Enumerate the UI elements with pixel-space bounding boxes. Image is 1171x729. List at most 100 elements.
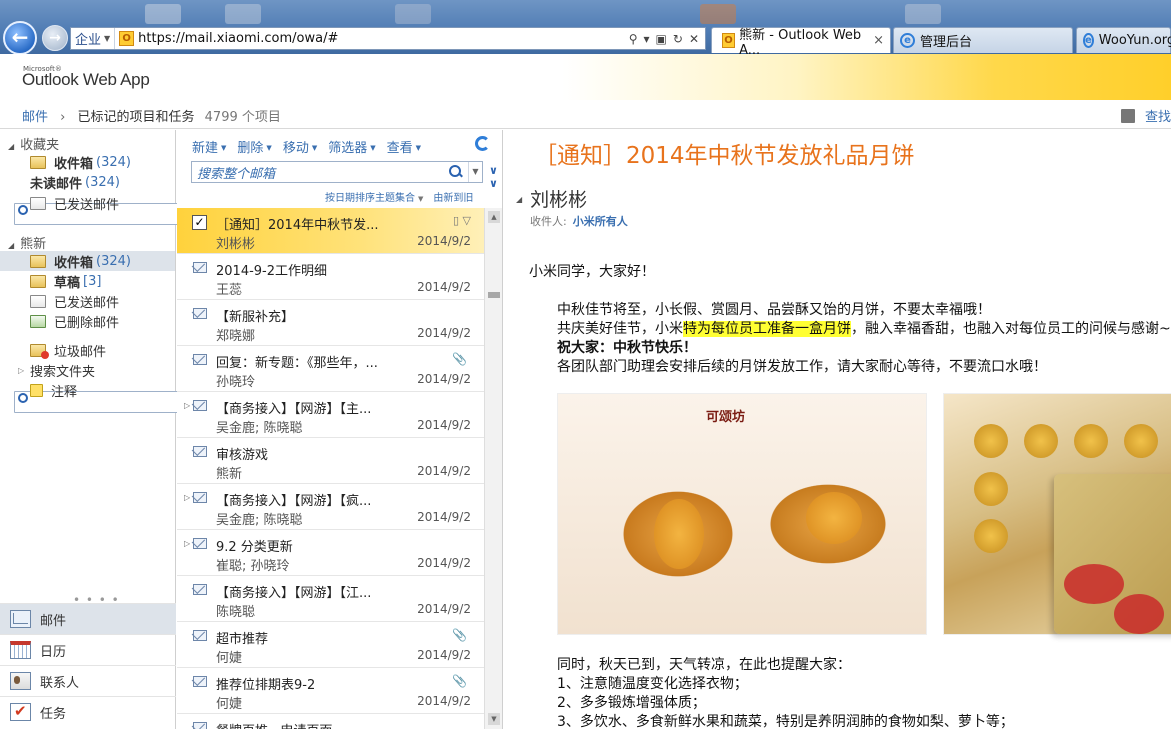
sort-order[interactable]: 由新到旧 xyxy=(433,189,473,204)
view-button[interactable]: 查看 ▼ xyxy=(387,137,421,156)
message-row[interactable]: 2014-9-2工作明细 王蕊 2014/9/2 xyxy=(177,254,484,300)
app-logo[interactable]: Outlook Web App xyxy=(22,70,150,90)
envelope-icon xyxy=(193,630,207,641)
tab-wooyun[interactable]: e WooYun.org xyxy=(1076,27,1171,53)
account-title: 熊新 xyxy=(20,237,47,252)
mail-icon xyxy=(10,610,31,628)
sort-by[interactable]: 按日期排序主题集合 ▼ xyxy=(325,189,423,204)
message-row[interactable]: ▷ 9.2 分类更新 崔聪; 孙晓玲 2014/9/2 xyxy=(177,530,484,576)
scroll-up-icon[interactable]: ▲ xyxy=(488,211,500,223)
greeting: 小米同学，大家好！ xyxy=(529,264,655,280)
expand-thread-icon[interactable]: ▷ xyxy=(184,539,190,548)
message-row[interactable]: ✓ ［通知］2014年中秋节发... ▯ ▽ 刘彬彬 2014/9/2 xyxy=(177,208,484,254)
scroll-thumb[interactable] xyxy=(488,292,500,298)
drafts-folder-icon xyxy=(30,274,46,288)
list-scrollbar[interactable]: ▲ ▼ xyxy=(484,208,502,729)
message-date: 2014/9/2 xyxy=(417,556,471,570)
close-icon[interactable]: × xyxy=(873,33,884,48)
message-row[interactable]: 【商务接入】【网游】【江... 陈晓聪 2014/9/2 xyxy=(177,576,484,622)
address-book-icon xyxy=(1120,109,1135,123)
message-row[interactable]: 餐牌页推...申请页面 xyxy=(177,714,484,729)
move-button[interactable]: 移动 ▼ xyxy=(283,137,317,156)
favorite-sent[interactable]: 已发送邮件 xyxy=(0,193,175,213)
find-someone[interactable]: 查找 xyxy=(1120,106,1171,125)
favorite-unread[interactable]: 未读邮件 (324) xyxy=(0,172,306,225)
folder-deleted[interactable]: 已删除邮件 xyxy=(0,311,175,331)
folder-notes[interactable]: 注释 xyxy=(0,380,175,400)
url-text[interactable]: https://mail.xiaomi.com/owa/# xyxy=(138,31,629,46)
attachment-icon: 📎 xyxy=(452,674,467,688)
message-row[interactable]: 超市推荐 📎 何婕 2014/9/2 xyxy=(177,622,484,668)
envelope-icon xyxy=(193,584,207,595)
stop-icon[interactable]: ✕ xyxy=(689,32,699,46)
flag-icon[interactable]: ▯ ▽ xyxy=(453,214,471,227)
lock-icon[interactable]: ▣ xyxy=(656,32,667,46)
message-subject: ［通知］2014年中秋节发... xyxy=(216,218,379,233)
search-icon[interactable]: ⚲ xyxy=(629,32,638,46)
scroll-down-icon[interactable]: ▼ xyxy=(488,713,500,725)
search-icon[interactable] xyxy=(448,164,464,180)
outlook-favicon-icon: O xyxy=(119,31,135,46)
expand-thread-icon[interactable]: ▷ xyxy=(184,493,190,502)
message-row[interactable]: 回复：新专题：《那些年，... 📎 孙晓玲 2014/9/2 xyxy=(177,346,484,392)
forward-button[interactable]: → xyxy=(42,25,68,51)
account-header[interactable]: ◢ 熊新 xyxy=(8,233,46,252)
breadcrumb-root[interactable]: 邮件 xyxy=(22,110,48,125)
message-subject: 【商务接入】【网游】【江... xyxy=(216,586,372,601)
folder-junk[interactable]: 垃圾邮件 xyxy=(0,340,175,360)
checkbox[interactable]: ✓ xyxy=(192,215,207,230)
recipients: 收件人: 小米所有人 xyxy=(530,213,628,229)
security-zone[interactable]: 企业 ▼ xyxy=(71,28,116,49)
favorites-header[interactable]: ◢ 收藏夹 xyxy=(8,134,59,153)
search-input[interactable]: 搜索整个邮箱 xyxy=(192,163,448,182)
message-row[interactable]: ▷ 【商务接入】【网游】【主... 吴金鹿; 陈晓聪 2014/9/2 xyxy=(177,392,484,438)
message-body-continued: 同时，秋天已到，天气转凉，在此也提醒大家： 1、注意随温度变化选择衣物； 2、多… xyxy=(557,656,1014,729)
to-label: 收件人: xyxy=(530,215,567,228)
back-button[interactable]: ← xyxy=(3,21,37,54)
delete-button[interactable]: 删除 ▼ xyxy=(237,137,271,156)
chevron-down-icon[interactable]: ▾ xyxy=(644,32,650,46)
new-button[interactable]: 新建 ▼ xyxy=(192,137,226,156)
message-row[interactable]: 推荐位排期表9-2 📎 何婕 2014/9/2 xyxy=(177,668,484,714)
collapse-chevron-icon[interactable]: ∨ ∨ xyxy=(489,164,498,190)
body-paragraph: 祝大家：中秋节快乐！ xyxy=(557,340,697,356)
mailbox-search[interactable]: 搜索整个邮箱 ▼ xyxy=(191,161,483,183)
message-row[interactable]: 【新服补充】 郑晓娜 2014/9/2 xyxy=(177,300,484,346)
recipient[interactable]: 小米所有人 xyxy=(573,215,628,228)
chevron-down-icon[interactable]: ▼ xyxy=(468,162,482,182)
chevron-down-icon: ▼ xyxy=(418,195,424,203)
tab-outlook[interactable]: O 熊新 - Outlook Web A... × xyxy=(711,27,891,54)
chevron-down-icon: ▼ xyxy=(415,144,422,152)
address-bar[interactable]: 企业 ▼ O https://mail.xiaomi.com/owa/# ⚲ ▾… xyxy=(70,27,706,50)
folder-search-folders[interactable]: 搜索文件夹 xyxy=(0,360,306,413)
folder-label: 搜索文件夹 xyxy=(30,364,96,380)
taskbar-thumb xyxy=(225,4,261,24)
security-zone-label: 企业 xyxy=(75,33,102,48)
address-controls: ⚲ ▾ ▣ ↻ ✕ xyxy=(629,32,705,46)
folder-inbox[interactable]: 收件箱 (324) xyxy=(0,251,175,271)
taskbar-thumb xyxy=(700,4,736,24)
message-row[interactable]: ▷ 【商务接入】【网游】【疯... 吴金鹿; 陈晓聪 2014/9/2 xyxy=(177,484,484,530)
folder-label: 注释 xyxy=(51,384,78,400)
folder-pane: ◢ 收藏夹 收件箱 (324) 未读邮件 (324) 已发送邮件 ◢ 熊新 收件箱 … xyxy=(0,130,306,729)
refresh-icon[interactable]: ↻ xyxy=(673,32,683,46)
nav-contacts[interactable]: 联系人 xyxy=(0,665,176,696)
nav-calendar[interactable]: 日历 xyxy=(0,634,176,665)
refresh-icon[interactable] xyxy=(475,136,490,151)
sender-name[interactable]: 刘彬彬 xyxy=(530,189,587,211)
message-sender: 熊新 xyxy=(216,467,243,482)
nav-tasks[interactable]: 任务 xyxy=(0,696,176,727)
nav-mail[interactable]: 邮件 xyxy=(0,603,176,634)
folder-drafts[interactable]: 草稿 [3] xyxy=(0,271,175,291)
tasks-icon xyxy=(10,702,31,721)
sender-header[interactable]: ◢ 刘彬彬 xyxy=(516,185,587,212)
tab-admin[interactable]: e 管理后台 xyxy=(893,27,1073,53)
expand-thread-icon[interactable]: ▷ xyxy=(184,401,190,410)
filter-button[interactable]: 筛选器 ▼ xyxy=(328,137,375,156)
favorite-inbox[interactable]: 收件箱 (324) xyxy=(0,152,175,172)
message-subject: 回复：新专题：《那些年，... xyxy=(216,356,378,371)
message-subject: 审核游戏 xyxy=(216,448,269,463)
message-row[interactable]: 审核游戏 熊新 2014/9/2 xyxy=(177,438,484,484)
folder-sent[interactable]: 已发送邮件 xyxy=(0,291,175,311)
message-date: 2014/9/2 xyxy=(417,510,471,524)
